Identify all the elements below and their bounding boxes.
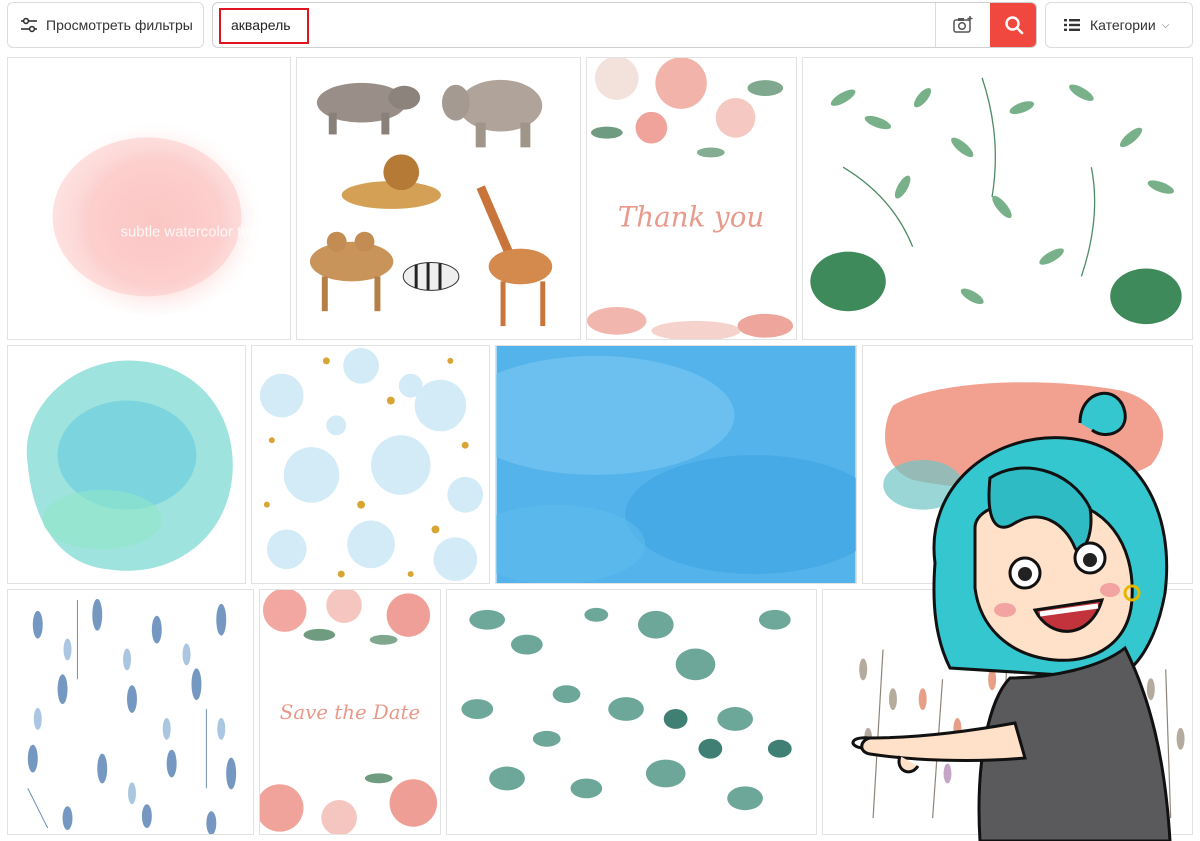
search-input[interactable] (213, 3, 935, 47)
list-icon (1064, 19, 1080, 31)
tile-bubbles-gold-dots[interactable] (251, 345, 490, 584)
search-icon (1004, 16, 1023, 35)
categories-label: Категории (1090, 17, 1156, 33)
view-filters-label: Просмотреть фильтры (46, 17, 193, 33)
save-the-date-text: Save the Date (280, 701, 420, 724)
search-button[interactable] (990, 3, 1036, 47)
tile-watercolor-animals[interactable] (296, 57, 581, 340)
tile-green-leaves[interactable] (802, 57, 1193, 340)
tile-turquoise-watercolor-stain[interactable] (7, 345, 246, 584)
cartoon-girl-pointing (851, 391, 1172, 841)
watermark-text: subtle watercolor texture (121, 225, 283, 241)
tile-pink-watercolor-stain[interactable]: subtle watercolor texture (7, 57, 291, 340)
tile-save-the-date-card[interactable]: Save the Date (259, 589, 441, 835)
view-filters-button[interactable]: Просмотреть фильтры (7, 2, 204, 48)
tile-thank-you-floral-card[interactable]: Thank you (586, 57, 797, 340)
tile-blue-watercolor-background[interactable] (495, 345, 857, 584)
search-bar (212, 2, 1037, 48)
thank-you-text: Thank you (618, 201, 765, 234)
chevron-down-icon: ⌵ (1161, 19, 1170, 31)
image-search-button[interactable] (935, 3, 990, 47)
tile-blue-leaf-pattern[interactable] (7, 589, 254, 835)
camera-icon (953, 16, 973, 33)
tile-eucalyptus-leaves[interactable] (446, 589, 817, 835)
toolbar: Просмотреть фильтры Категории (0, 0, 1200, 50)
categories-button[interactable]: Категории ⌵ (1045, 2, 1193, 48)
sliders-icon (21, 17, 37, 33)
